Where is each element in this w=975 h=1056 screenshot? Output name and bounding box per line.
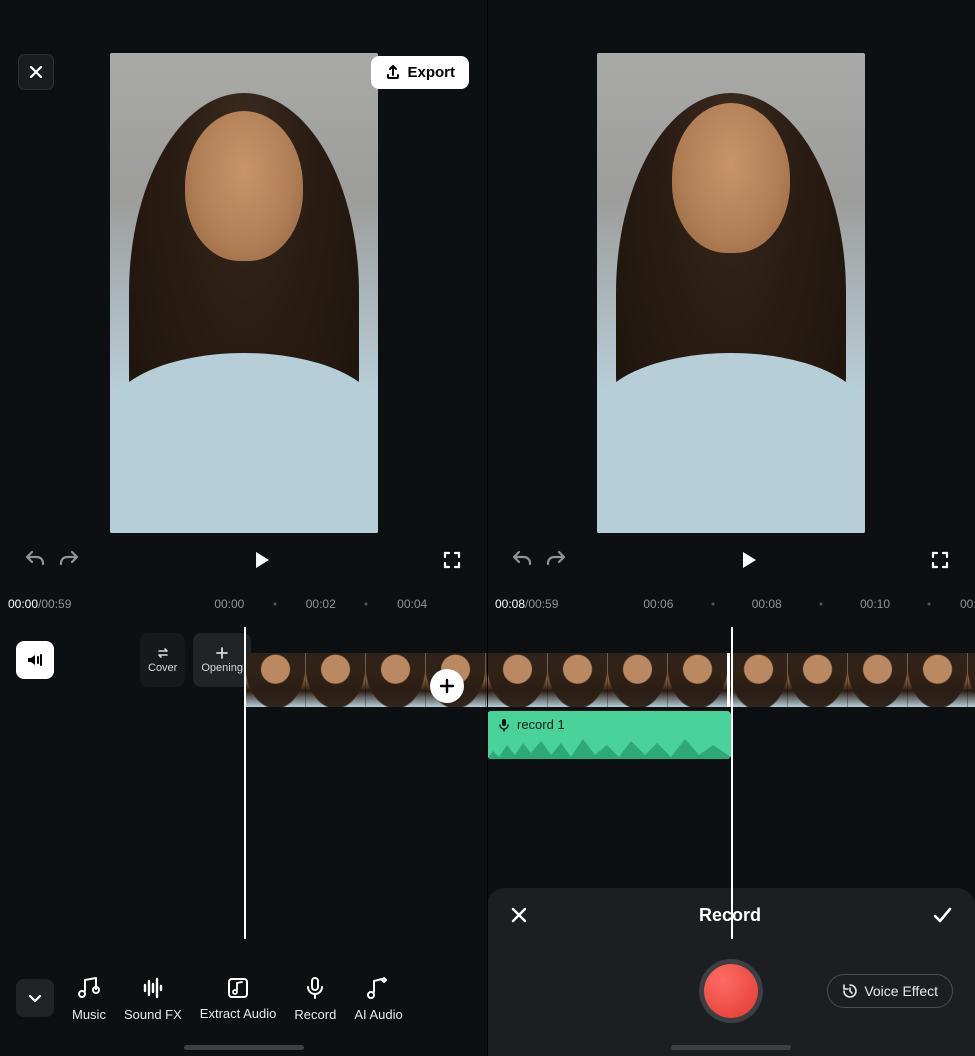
toolbar-ai-audio[interactable]: AI Audio — [354, 975, 402, 1022]
close-icon — [28, 64, 44, 80]
play-button[interactable] — [731, 543, 765, 577]
plus-icon — [438, 677, 456, 695]
redo-icon — [57, 548, 81, 572]
fullscreen-button[interactable] — [435, 543, 469, 577]
timeline[interactable]: Cover Opening — [0, 619, 487, 939]
chevron-down-icon — [26, 989, 44, 1007]
toolbar-label: Extract Audio — [200, 1007, 277, 1021]
swap-icon — [156, 646, 170, 660]
speaker-icon — [25, 650, 45, 670]
editor-pane-right: 00:08/00:59 00:06 00:08 00:10 00:12 — [487, 0, 975, 1056]
record-confirm-button[interactable] — [931, 904, 953, 926]
ai-audio-icon — [366, 975, 392, 1001]
export-label: Export — [407, 64, 455, 81]
undo-button[interactable] — [18, 543, 52, 577]
video-preview[interactable] — [110, 53, 378, 533]
time-display: 00:08/00:59 — [495, 597, 558, 611]
clip-thumb[interactable] — [667, 653, 727, 707]
play-button[interactable] — [244, 543, 278, 577]
toolbar-soundfx[interactable]: Sound FX — [124, 975, 182, 1022]
ruler-tick: 00:08 — [752, 597, 782, 611]
ruler-tick: 00:06 — [643, 597, 673, 611]
undo-icon — [23, 548, 47, 572]
toolbar-label: Music — [72, 1007, 106, 1022]
close-button[interactable] — [18, 54, 54, 90]
music-icon — [76, 975, 102, 1001]
redo-icon — [544, 548, 568, 572]
toolbar-label: Sound FX — [124, 1007, 182, 1022]
redo-button[interactable] — [539, 543, 573, 577]
clip-thumb[interactable] — [967, 653, 975, 707]
audio-clip[interactable]: record 1 — [487, 711, 731, 759]
clip-thumb[interactable] — [487, 653, 547, 707]
toolbar-label: Record — [294, 1007, 336, 1022]
record-button[interactable] — [704, 964, 758, 1018]
history-icon — [842, 983, 858, 999]
video-preview[interactable] — [597, 53, 865, 533]
toolbar-music[interactable]: Music — [72, 975, 106, 1022]
check-icon — [931, 904, 953, 926]
scroll-indicator — [184, 1045, 304, 1050]
export-icon — [385, 64, 401, 80]
collapse-toolbar-button[interactable] — [16, 979, 54, 1017]
toolbar-record[interactable]: Record — [294, 975, 336, 1022]
extract-audio-icon — [225, 975, 251, 1001]
fullscreen-icon — [929, 549, 951, 571]
play-icon — [250, 549, 272, 571]
undo-icon — [510, 548, 534, 572]
opening-chip[interactable]: Opening — [193, 633, 251, 687]
mic-icon — [497, 718, 511, 732]
time-ruler[interactable]: 00:08/00:59 00:06 00:08 00:10 00:12 — [487, 589, 975, 619]
waveform-icon — [487, 737, 731, 759]
ruler-tick: 00:12 — [960, 597, 975, 611]
clip-thumb[interactable] — [907, 653, 967, 707]
audio-clip-label: record 1 — [517, 717, 565, 732]
voice-effect-button[interactable]: Voice Effect — [827, 974, 953, 1008]
cover-label: Cover — [148, 662, 177, 674]
clip-thumb[interactable] — [727, 653, 787, 707]
voice-effect-label: Voice Effect — [864, 983, 938, 999]
time-display: 00:00/00:59 — [8, 597, 71, 611]
audio-toolbar: Music Sound FX Extract Audio Record AI A… — [0, 940, 487, 1056]
time-ruler[interactable]: 00:00/00:59 00:00 00:02 00:04 — [0, 589, 487, 619]
toolbar-extract-audio[interactable]: Extract Audio — [200, 975, 277, 1021]
record-panel-title: Record — [699, 905, 761, 926]
cover-chip[interactable]: Cover — [140, 633, 185, 687]
ruler-tick: 00:04 — [397, 597, 427, 611]
ruler-tick: 00:02 — [306, 597, 336, 611]
clip-thumb[interactable] — [305, 653, 365, 707]
mic-icon — [302, 975, 328, 1001]
clip-thumb[interactable] — [847, 653, 907, 707]
undo-button[interactable] — [505, 543, 539, 577]
scroll-indicator — [671, 1045, 791, 1050]
soundfx-icon — [140, 975, 166, 1001]
fullscreen-button[interactable] — [923, 543, 957, 577]
editor-pane-left: Export 00:00/00:59 — [0, 0, 487, 1056]
playhead[interactable] — [731, 627, 733, 939]
ruler-tick: 00:10 — [860, 597, 890, 611]
redo-button[interactable] — [52, 543, 86, 577]
ruler-tick: 00:00 — [214, 597, 244, 611]
play-icon — [737, 549, 759, 571]
clip-thumb[interactable] — [547, 653, 607, 707]
opening-label: Opening — [201, 662, 243, 674]
close-icon — [509, 905, 529, 925]
record-close-button[interactable] — [509, 905, 529, 925]
pane-divider — [487, 0, 488, 1056]
clip-thumb[interactable] — [787, 653, 847, 707]
playhead[interactable] — [244, 627, 246, 939]
clip-thumb[interactable] — [607, 653, 667, 707]
plus-icon — [215, 646, 229, 660]
clip-thumb[interactable] — [365, 653, 425, 707]
add-media-button[interactable] — [430, 669, 464, 703]
export-button[interactable]: Export — [371, 56, 469, 89]
toolbar-label: AI Audio — [354, 1007, 402, 1022]
clip-thumb[interactable] — [245, 653, 305, 707]
fullscreen-icon — [441, 549, 463, 571]
mute-button[interactable] — [16, 641, 54, 679]
